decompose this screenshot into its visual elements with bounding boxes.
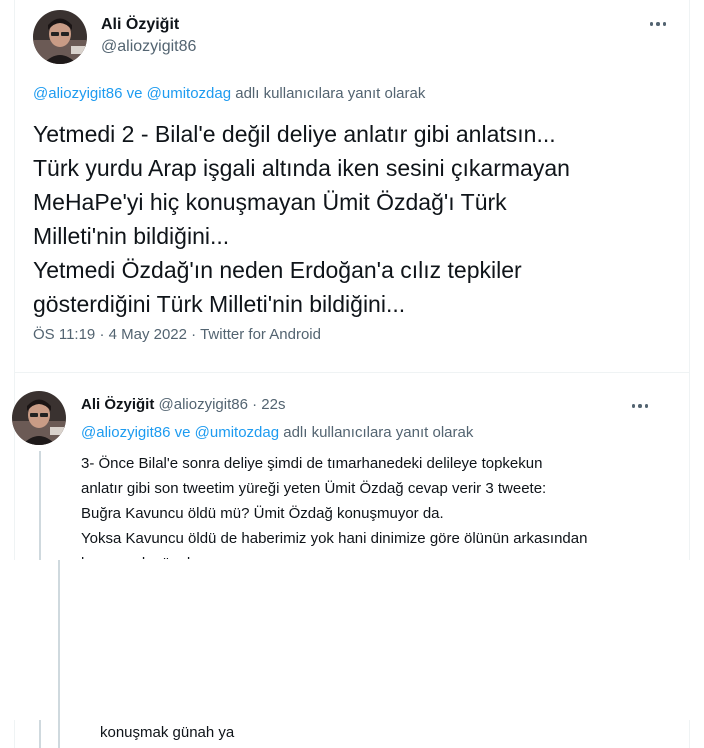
focused-tweet: Ali Özyiğit @aliozyigit86 @aliozyigit86 … <box>15 0 689 373</box>
reply-text-line: Yoksa Kavuncu öldü de haberimiz yok hani… <box>81 530 588 547</box>
thread-connector-line <box>58 560 60 748</box>
reply-text-line: 3- Önce Bilal'e sonra deliye şimdi de tı… <box>81 455 543 472</box>
tweet-text-line: Yetmedi 2 - Bilal'e değil deliye anlatır… <box>33 121 556 147</box>
tweet-text-line: MeHaPe'yi hiç konuşmayan Ümit Özdağ'ı Tü… <box>33 189 507 215</box>
tweet-text: Yetmedi 2 - Bilal'e değil deliye anlatır… <box>33 117 673 321</box>
tweet-text-line: Türk yurdu Arap işgali altında iken sesi… <box>33 155 570 181</box>
tweet-date[interactable]: 4 May 2022 <box>109 326 187 343</box>
reply-author-handle[interactable]: @aliozyigit86 <box>159 396 248 413</box>
reply-text-line: konuşmak günah ya <box>81 551 671 559</box>
reply-to-joiner[interactable]: ve <box>175 424 191 441</box>
reply-more-options-button[interactable] <box>627 399 653 413</box>
tweet-text-line: gösterdiğini Türk Milleti'nin bildiğini.… <box>33 291 406 317</box>
meta-separator: · <box>191 326 197 343</box>
reply-text: 3- Önce Bilal'e sonra deliye şimdi de tı… <box>81 451 671 559</box>
reply-to-suffix: adlı kullanıcılara yanıt olarak <box>283 424 474 441</box>
reply-to-mention-2[interactable]: @umitozdag <box>147 85 231 102</box>
reply-author-name[interactable]: Ali Özyiğit <box>81 396 154 413</box>
reply-to-mention-1[interactable]: @aliozyigit86 <box>33 85 122 102</box>
avatar-image <box>33 10 87 64</box>
replying-to-line: @aliozyigit86 ve @umitozdag adlı kullanı… <box>33 85 425 102</box>
reply-time[interactable]: 22s <box>261 396 285 413</box>
meta-separator: · <box>99 326 105 343</box>
twitter-thread-page: Ali Özyiğit @aliozyigit86 @aliozyigit86 … <box>0 0 704 748</box>
more-horizontal-icon <box>631 404 636 408</box>
reply-to-mention-2[interactable]: @umitozdag <box>195 424 279 441</box>
reply-replying-to-line: @aliozyigit86 ve @umitozdag adlı kullanı… <box>81 424 473 441</box>
more-horizontal-icon <box>649 22 654 26</box>
avatar-image <box>12 391 66 445</box>
render-gap-overlay <box>0 560 704 720</box>
reply-to-joiner[interactable]: ve <box>127 85 143 102</box>
author-avatar[interactable] <box>33 10 87 64</box>
tweet-text-line: Yetmedi Özdağ'ın neden Erdoğan'a cılız t… <box>33 257 522 283</box>
header-separator: · <box>252 396 258 413</box>
author-name[interactable]: Ali Özyiğit <box>101 16 179 34</box>
reply-text-tail: konuşmak günah ya <box>100 724 235 741</box>
reply-text-line: anlatır gibi son tweetim yüreği yeten Üm… <box>81 480 547 497</box>
reply-to-suffix: adlı kullanıcılara yanıt olarak <box>235 85 426 102</box>
tweet-source[interactable]: Twitter for Android <box>200 326 321 343</box>
tweet-time[interactable]: ÖS 11:19 <box>33 326 95 343</box>
reply-header: Ali Özyiğit @aliozyigit86 · 22s <box>81 396 285 413</box>
tweet-meta: ÖS 11:19 · 4 May 2022 · Twitter for Andr… <box>33 326 321 343</box>
tweet-text-line: Milleti'nin bildiğini... <box>33 223 230 249</box>
author-handle[interactable]: @aliozyigit86 <box>101 38 196 56</box>
more-options-button[interactable] <box>645 17 671 31</box>
reply-text-clip: 3- Önce Bilal'e sonra deliye şimdi de tı… <box>75 451 689 559</box>
reply-text-line: Buğra Kavuncu öldü mü? Ümit Özdağ konuşm… <box>81 505 444 522</box>
reply-to-mention-1[interactable]: @aliozyigit86 <box>81 424 170 441</box>
